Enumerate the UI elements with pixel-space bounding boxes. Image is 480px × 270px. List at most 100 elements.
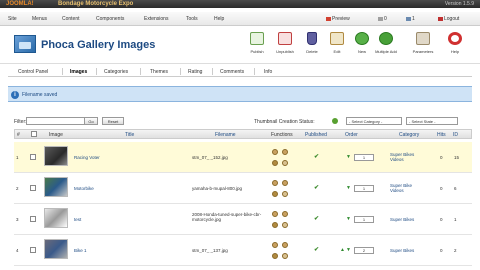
divider: [140, 68, 141, 75]
users-count[interactable]: 1: [406, 16, 415, 22]
col-title[interactable]: Title: [125, 132, 134, 138]
tab-categories[interactable]: Categories: [104, 69, 128, 75]
logout-link[interactable]: Logout: [438, 16, 459, 22]
page-title: Phoca Gallery Images: [41, 39, 156, 51]
col-functions: Functions: [271, 132, 293, 138]
filename: yamaha-b-mupal-800.jpg: [192, 186, 243, 191]
published-check-icon[interactable]: ✔: [314, 246, 319, 253]
tab-comments[interactable]: Comments: [220, 69, 244, 75]
trash-icon: [307, 32, 317, 45]
delete-thumb-icon[interactable]: [282, 191, 288, 197]
regenerate-icon[interactable]: [272, 222, 278, 228]
order-input[interactable]: 2: [354, 247, 374, 254]
category-link[interactable]: Super Bikes Videos: [390, 152, 426, 162]
category-select[interactable]: - Select Category -: [346, 117, 402, 125]
help-button[interactable]: Help: [440, 32, 470, 60]
col-category[interactable]: Category: [399, 132, 419, 138]
regenerate-icon[interactable]: [272, 253, 278, 259]
order-input[interactable]: 1: [354, 216, 374, 223]
tab-themes[interactable]: Themes: [150, 69, 168, 75]
table-header: # Image Title Filename Functions Publish…: [14, 129, 472, 139]
menu-site[interactable]: Site: [8, 16, 17, 22]
col-filename[interactable]: Filename: [215, 132, 236, 138]
select-all-checkbox[interactable]: [31, 131, 37, 137]
edit-icon: [330, 32, 344, 45]
col-order[interactable]: Order: [345, 132, 358, 138]
delete-thumb-icon[interactable]: [282, 253, 288, 259]
tab-info[interactable]: Info: [264, 69, 272, 75]
published-check-icon[interactable]: ✔: [314, 184, 319, 191]
menu-extensions[interactable]: Extensions: [144, 16, 168, 22]
rotate-right-icon[interactable]: [282, 211, 288, 217]
order-down-icon[interactable]: ▼: [346, 185, 351, 191]
reset-button[interactable]: Reset: [102, 117, 124, 125]
col-image: Image: [49, 132, 63, 138]
rotate-right-icon[interactable]: [282, 149, 288, 155]
delete-thumb-icon[interactable]: [282, 222, 288, 228]
rotate-right-icon[interactable]: [282, 180, 288, 186]
row-checkbox[interactable]: [30, 216, 36, 222]
category-link[interactable]: Super Bike Videos: [390, 183, 426, 193]
rotate-left-icon[interactable]: [272, 149, 278, 155]
order-down-icon[interactable]: ▼: [346, 154, 351, 160]
parameters-button[interactable]: Parameters: [408, 32, 438, 60]
col-published[interactable]: Published: [305, 132, 327, 138]
image-title-link[interactable]: test: [74, 217, 81, 222]
go-button[interactable]: Go: [84, 117, 98, 125]
messages-count[interactable]: 0: [378, 16, 387, 22]
image-thumbnail[interactable]: [44, 208, 68, 228]
filename: stm_07_ _152.jpg: [192, 155, 228, 160]
tab-control-panel[interactable]: Control Panel: [18, 69, 48, 75]
tab-images[interactable]: Images: [70, 69, 87, 75]
multiple-add-icon: [379, 32, 393, 45]
row-checkbox[interactable]: [30, 185, 36, 191]
col-id[interactable]: ID: [453, 132, 458, 138]
order-up-icon[interactable]: ▲: [340, 247, 345, 253]
regenerate-icon[interactable]: [272, 191, 278, 197]
col-number: #: [17, 132, 20, 138]
preview-link[interactable]: Preview: [326, 16, 350, 22]
preview-icon: [326, 17, 331, 21]
filter-label: Filter:: [14, 119, 27, 125]
image-thumbnail[interactable]: [44, 239, 68, 259]
menu-content[interactable]: Content: [62, 16, 80, 22]
image-title-link[interactable]: Bike 1: [74, 248, 87, 253]
menu-components[interactable]: Components: [96, 16, 124, 22]
row-checkbox[interactable]: [30, 154, 36, 160]
rotate-left-icon[interactable]: [272, 180, 278, 186]
order-input[interactable]: 1: [354, 154, 374, 161]
admin-topbar: JOOMLA! Bondage Motorcycle Expo Version …: [0, 0, 480, 8]
version-label: Version 1.5.9: [444, 1, 474, 7]
category-link[interactable]: Super Bikes: [390, 248, 426, 253]
menu-tools[interactable]: Tools: [186, 16, 198, 22]
row-checkbox[interactable]: [30, 247, 36, 253]
category-link[interactable]: Super Bikes: [390, 217, 426, 222]
main-menubar: Site Menus Content Components Extensions…: [0, 12, 480, 26]
published-check-icon[interactable]: ✔: [314, 153, 319, 160]
thumbnail-status-icon[interactable]: [332, 118, 338, 124]
gallery-logo-icon: [14, 35, 36, 53]
image-title-link[interactable]: Racing Voter: [74, 155, 100, 160]
image-thumbnail[interactable]: [44, 177, 68, 197]
rotate-left-icon[interactable]: [272, 211, 278, 217]
published-check-icon[interactable]: ✔: [314, 215, 319, 222]
rotate-left-icon[interactable]: [272, 242, 278, 248]
regenerate-icon[interactable]: [272, 160, 278, 166]
order-input[interactable]: 1: [354, 185, 374, 192]
state-select[interactable]: - Select State -: [406, 117, 458, 125]
rotate-right-icon[interactable]: [282, 242, 288, 248]
order-down-icon[interactable]: ▼: [346, 216, 351, 222]
menu-menus[interactable]: Menus: [32, 16, 47, 22]
order-down-icon[interactable]: ▼: [346, 247, 351, 253]
delete-thumb-icon[interactable]: [282, 160, 288, 166]
col-hits[interactable]: Hits: [437, 132, 446, 138]
menu-help[interactable]: Help: [214, 16, 224, 22]
user-icon: [406, 17, 411, 21]
publish-button[interactable]: Publish: [242, 32, 272, 60]
tab-rating[interactable]: Rating: [188, 69, 202, 75]
unpublish-button[interactable]: Unpublish: [270, 32, 300, 60]
image-thumbnail[interactable]: [44, 146, 68, 166]
multiple-add-button[interactable]: Multiple Add: [371, 32, 401, 60]
image-title-link[interactable]: Motorbike: [74, 186, 94, 191]
filename: stm_07_ _137.jpg: [192, 248, 228, 253]
